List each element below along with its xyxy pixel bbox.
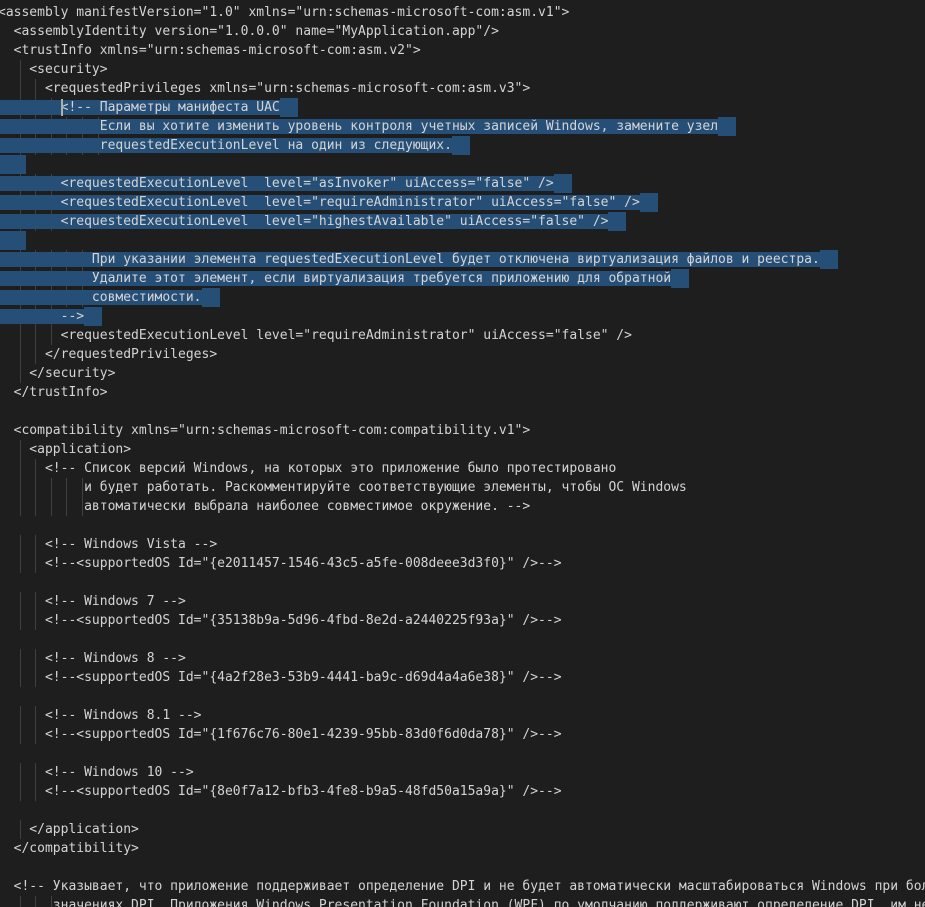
code-line[interactable]: <compatibility xmlns="urn:schemas-micros… (0, 421, 531, 440)
code-line-text: При указании элемента requestedExecution… (0, 252, 820, 267)
code-line-text: <application> (0, 442, 132, 457)
code-line-text: <!-- Список версий Windows, на которых э… (0, 461, 617, 476)
code-line[interactable]: </requestedPrivileges> (0, 345, 217, 364)
selection-padding (0, 231, 26, 250)
code-line[interactable]: автоматически выбрала наиболее совместим… (0, 497, 530, 516)
code-line-text: --> (0, 309, 85, 324)
code-editor[interactable]: <assembly manifestVersion="1.0" xmlns="u… (0, 0, 925, 907)
code-line-text: <!--<supportedOS Id="{35138b9a-5d96-4fbd… (0, 613, 562, 628)
code-line[interactable]: <!--<supportedOS Id="{1f676c76-80e1-4239… (0, 725, 562, 744)
code-line[interactable]: <!-- Windows Vista --> (0, 535, 217, 554)
selection-padding (608, 212, 627, 231)
code-line-text: Если вы хотите изменить уровень контроля… (0, 119, 719, 134)
code-line-text: </compatibility> (0, 841, 139, 856)
selection-padding (718, 117, 737, 136)
code-line-text: </application> (0, 822, 139, 837)
code-line[interactable]: Если вы хотите изменить уровень контроля… (0, 117, 737, 136)
selection-padding (639, 193, 658, 212)
code-line-text: <!-- Параметры манифеста UAC (0, 100, 280, 115)
code-line[interactable]: </trustInfo> (0, 383, 108, 402)
selection-padding (553, 174, 572, 193)
selection-padding (671, 269, 690, 288)
code-line[interactable]: </compatibility> (0, 839, 139, 858)
code-line-text: <requestedPrivileges xmlns="urn:schemas-… (0, 81, 531, 96)
code-line[interactable]: <!-- Windows 10 --> (0, 763, 194, 782)
code-line[interactable]: --> (0, 307, 103, 326)
code-line[interactable]: <!--<supportedOS Id="{e2011457-1546-43c5… (0, 554, 562, 573)
code-line[interactable]: <requestedPrivileges xmlns="urn:schemas-… (0, 79, 530, 98)
code-line-text: <!-- Windows 8.1 --> (0, 708, 202, 723)
selection-padding (84, 307, 103, 326)
code-line-text: значениях DPI. Приложения Windows Presen… (0, 898, 925, 907)
code-line[interactable]: <!--<supportedOS Id="{35138b9a-5d96-4fbd… (0, 611, 562, 630)
code-line-text: <requestedExecutionLevel level="requireA… (0, 195, 640, 210)
code-line[interactable]: совместимости. (0, 288, 220, 307)
code-line-text: <requestedExecutionLevel level="requireA… (0, 328, 632, 343)
code-line[interactable]: Удалите этот элемент, если виртуализация… (0, 269, 690, 288)
code-line-text: <assemblyIdentity version="1.0.0.0" name… (0, 24, 499, 39)
code-line[interactable] (0, 231, 26, 250)
code-line[interactable]: <!--<supportedOS Id="{8e0f7a12-bfb3-4fe8… (0, 782, 562, 801)
code-line[interactable]: <assembly manifestVersion="1.0" xmlns="u… (0, 3, 569, 22)
text-cursor (61, 99, 64, 116)
code-line[interactable]: <requestedExecutionLevel level="requireA… (0, 326, 632, 345)
code-line[interactable]: При указании элемента requestedExecution… (0, 250, 838, 269)
code-line-text: </security> (0, 366, 116, 381)
code-line[interactable]: <requestedExecutionLevel level="requireA… (0, 193, 658, 212)
code-line-text: </requestedPrivileges> (0, 347, 218, 362)
code-line-text: </trustInfo> (0, 385, 108, 400)
code-line[interactable]: requestedExecutionLevel на один из следу… (0, 136, 470, 155)
code-line[interactable]: <!-- Параметры манифеста UAC (0, 98, 298, 117)
code-line-text: <!--<supportedOS Id="{e2011457-1546-43c5… (0, 556, 562, 571)
code-line[interactable]: </security> (0, 364, 115, 383)
selection-padding (279, 98, 298, 117)
code-line-text: <!--<supportedOS Id="{1f676c76-80e1-4239… (0, 727, 562, 742)
code-line-text: requestedExecutionLevel на один из следу… (0, 138, 452, 153)
code-line-text: <compatibility xmlns="urn:schemas-micros… (0, 423, 531, 438)
code-line-text: Удалите этот элемент, если виртуализация… (0, 271, 672, 286)
code-line-text: <requestedExecutionLevel level="asInvoke… (0, 176, 554, 191)
code-line[interactable] (0, 155, 26, 174)
code-line[interactable]: <assemblyIdentity version="1.0.0.0" name… (0, 22, 499, 41)
code-line-text: <!-- Windows 7 --> (0, 594, 186, 609)
code-line[interactable]: <!-- Windows 8 --> (0, 649, 186, 668)
selection-padding (201, 288, 220, 307)
code-line[interactable]: </application> (0, 820, 139, 839)
selection-padding (0, 155, 26, 174)
code-line[interactable]: <!-- Windows 8.1 --> (0, 706, 202, 725)
code-line-text: совместимости. (0, 290, 202, 305)
code-line-text: <!--<supportedOS Id="{8e0f7a12-bfb3-4fe8… (0, 784, 562, 799)
code-line[interactable]: <application> (0, 440, 131, 459)
code-line[interactable]: значениях DPI. Приложения Windows Presen… (0, 896, 925, 907)
code-line-text: <requestedExecutionLevel level="highestA… (0, 214, 609, 229)
code-line-text: <!--<supportedOS Id="{4a2f28e3-53b9-4441… (0, 670, 562, 685)
code-line-text: <security> (0, 62, 108, 77)
code-line-text: <!-- Windows 8 --> (0, 651, 186, 666)
code-line[interactable]: <requestedExecutionLevel level="asInvoke… (0, 174, 572, 193)
code-line[interactable]: <!-- Указывает, что приложение поддержив… (0, 877, 925, 896)
code-line-text: и будет работать. Раскомментируйте соотв… (0, 480, 687, 495)
code-line-text: <assembly manifestVersion="1.0" xmlns="u… (0, 5, 570, 20)
code-line[interactable]: <security> (0, 60, 108, 79)
code-line-text: <trustInfo xmlns="urn:schemas-microsoft-… (0, 43, 421, 58)
code-line-text: <!-- Указывает, что приложение поддержив… (0, 879, 925, 894)
code-line-text: автоматически выбрала наиболее совместим… (0, 499, 531, 514)
code-line[interactable]: <!-- Windows 7 --> (0, 592, 186, 611)
selection-padding (819, 250, 838, 269)
code-line[interactable]: <requestedExecutionLevel level="highestA… (0, 212, 627, 231)
code-line[interactable]: <!--<supportedOS Id="{4a2f28e3-53b9-4441… (0, 668, 562, 687)
code-line-text: <!-- Windows Vista --> (0, 537, 218, 552)
selection-padding (451, 136, 470, 155)
code-line[interactable]: <!-- Список версий Windows, на которых э… (0, 459, 616, 478)
code-line-text: <!-- Windows 10 --> (0, 765, 194, 780)
code-line[interactable]: <trustInfo xmlns="urn:schemas-microsoft-… (0, 41, 421, 60)
code-line[interactable]: и будет работать. Раскомментируйте соотв… (0, 478, 687, 497)
